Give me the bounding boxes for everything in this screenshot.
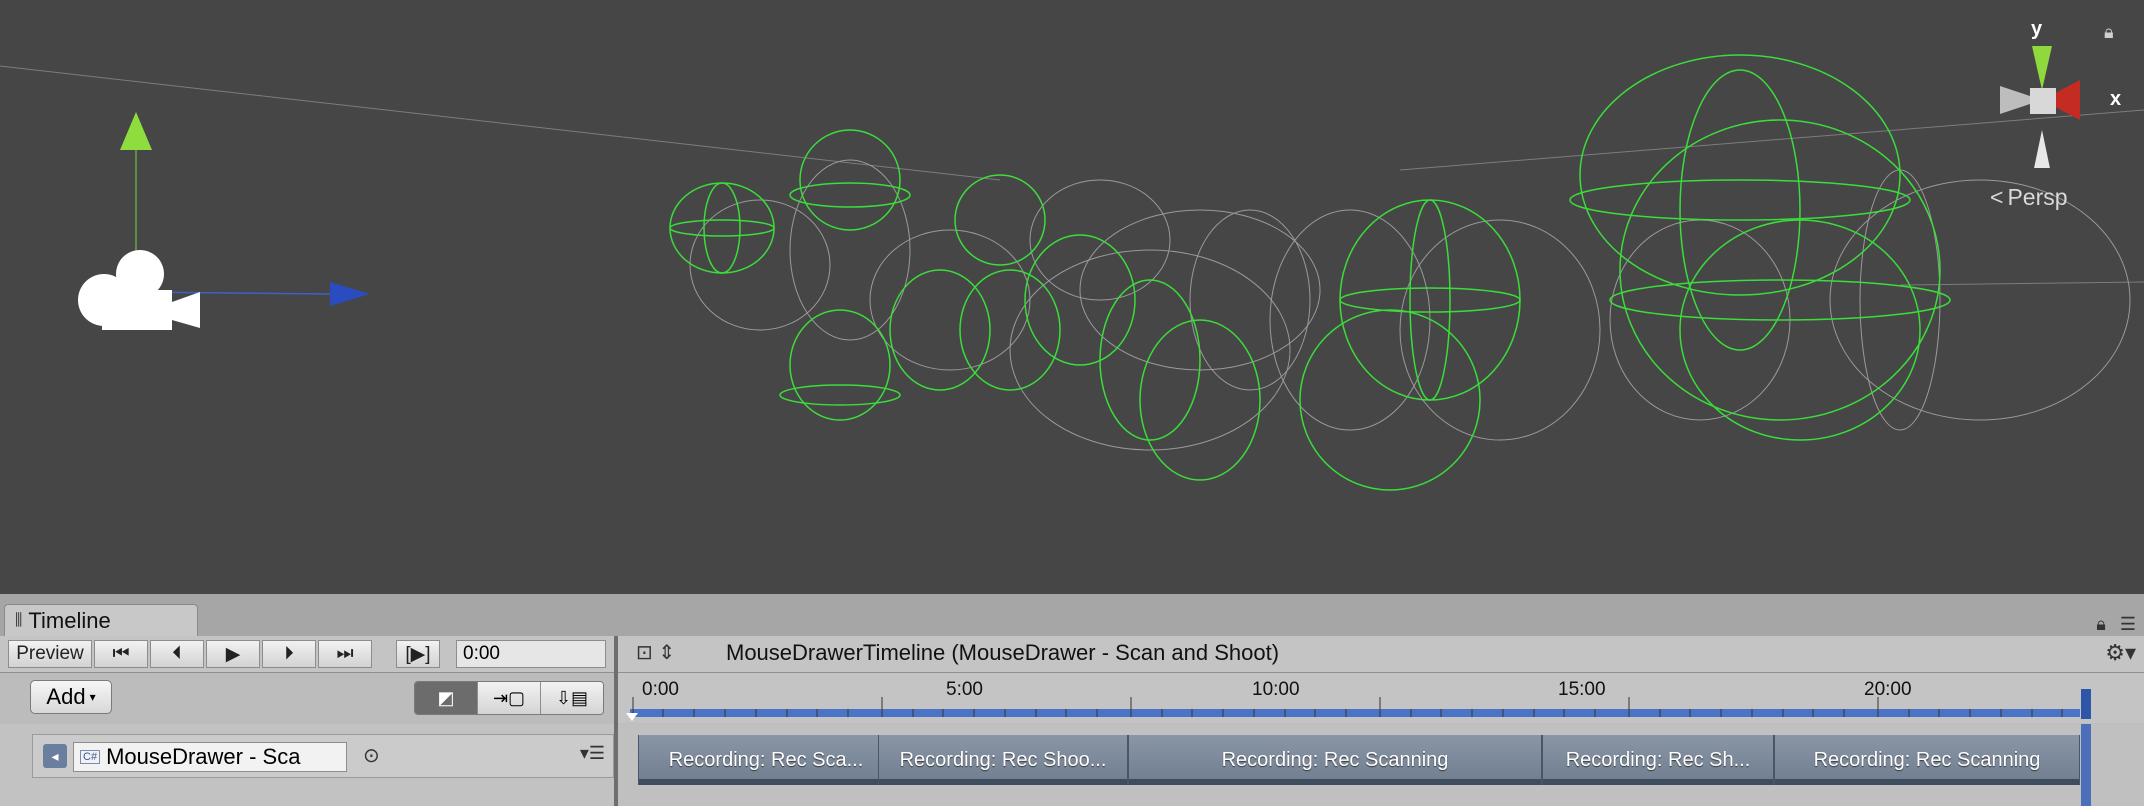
timeline-icon: ⫼ <box>15 612 23 629</box>
add-button[interactable]: Add ▾ <box>30 680 112 714</box>
previous-frame-icon[interactable]: ⏴ <box>150 640 204 668</box>
ruler-label: 10:00 <box>1252 679 1300 700</box>
camera-icon[interactable] <box>72 246 202 336</box>
breadcrumb[interactable]: MouseDrawerTimeline (MouseDrawer - Scan … <box>726 640 1279 666</box>
next-frame-icon[interactable]: ⏵ <box>262 640 316 668</box>
script-icon: C# <box>80 750 101 764</box>
tab-timeline[interactable]: ⫼ Timeline <box>4 604 198 637</box>
chevron-left-icon: < <box>1990 184 2004 210</box>
timeline-end-marker[interactable] <box>2081 724 2091 806</box>
asset-selector-icon[interactable]: ⊡ ⇕ <box>636 640 675 665</box>
clip[interactable]: Recording: Rec Sh... <box>1542 735 1774 785</box>
ruler-label: 0:00 <box>642 679 679 700</box>
timeline-panel: ⫼ Timeline 🔒︎ ☰ Preview ⏮ ⏴ ▶ ⏵ ⏭ [▶] 0:… <box>0 594 2144 806</box>
view-mode-label[interactable]: < Persp <box>1990 184 2068 211</box>
play-icon[interactable]: ▶ <box>206 640 260 668</box>
ruler-label: 15:00 <box>1558 679 1606 700</box>
clip[interactable]: Recording: Rec Shoo... <box>878 735 1128 785</box>
target-picker-icon[interactable]: ⊙ <box>363 743 380 768</box>
lock-icon[interactable]: 🔒︎ <box>2104 22 2114 43</box>
replace-mode-icon[interactable]: ⇩▤ <box>540 682 603 714</box>
tab-strip: ⫼ Timeline 🔒︎ ☰ <box>0 594 2144 637</box>
track-header[interactable]: ◂ C# MouseDrawer - Sca ⊙ ▾☰ <box>32 734 614 778</box>
timeline-toolbar: Preview ⏮ ⏴ ▶ ⏵ ⏭ [▶] 0:00 ⊡ ⇕ MouseDraw… <box>0 636 2144 673</box>
preview-button[interactable]: Preview <box>8 640 92 668</box>
gear-icon[interactable]: ⚙▾ <box>2105 640 2136 666</box>
play-range-icon[interactable]: [▶] <box>396 640 440 668</box>
time-ruler[interactable]: 0:00 5:00 10:00 15:00 20:00 <box>618 673 2144 723</box>
clip[interactable]: Recording: Rec Sca... <box>638 735 894 785</box>
track-menu-icon[interactable]: ▾☰ <box>580 743 605 764</box>
edit-mode-group: ◩ ⇥▢ ⇩▤ <box>414 681 604 715</box>
clip[interactable]: Recording: Rec Scanning <box>1774 735 2080 785</box>
lock-icon[interactable]: 🔒︎ <box>2096 614 2106 635</box>
signal-track-icon: ◂ <box>43 744 67 768</box>
clip[interactable]: Recording: Rec Scanning <box>1128 735 1542 785</box>
go-to-start-icon[interactable]: ⏮ <box>94 640 148 668</box>
ruler-label: 20:00 <box>1864 679 1912 700</box>
mix-mode-icon[interactable]: ◩ <box>415 682 477 714</box>
scene-view[interactable]: < Persp y x 🔒︎ <box>0 0 2144 594</box>
wireframe-scene <box>0 54 2144 491</box>
x-axis-label: x <box>2110 88 2122 110</box>
track-object-field[interactable]: C# MouseDrawer - Sca <box>73 742 347 772</box>
track-controls: Add ▾ ◩ ⇥▢ ⇩▤ <box>0 673 614 723</box>
ruler-label: 5:00 <box>946 679 983 700</box>
ruler-ticks <box>626 689 2091 721</box>
ripple-mode-icon[interactable]: ⇥▢ <box>477 682 540 714</box>
go-to-end-icon[interactable]: ⏭ <box>318 640 372 668</box>
y-axis-label: y <box>2031 18 2043 40</box>
panel-menu-icon[interactable]: ☰ <box>2120 614 2136 635</box>
track-header-area: ◂ C# MouseDrawer - Sca ⊙ ▾☰ <box>0 724 614 806</box>
clip-track: Recording: Rec Sca... Recording: Rec Sho… <box>618 724 2144 806</box>
panel-controls: 🔒︎ ☰ <box>2096 614 2136 635</box>
dropdown-arrow-icon: ▾ <box>89 690 96 704</box>
time-field[interactable]: 0:00 <box>456 640 606 668</box>
